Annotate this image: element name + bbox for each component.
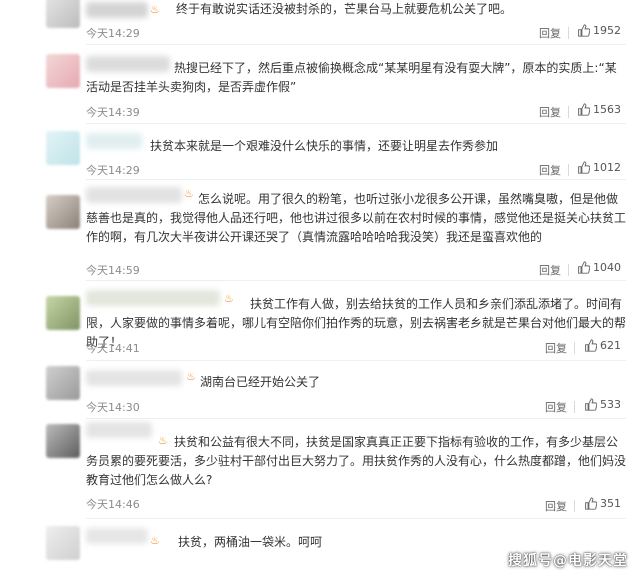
divider xyxy=(574,500,575,512)
row-divider xyxy=(86,518,626,519)
thumbs-up-icon xyxy=(585,497,597,510)
thumbs-up-icon xyxy=(578,161,590,174)
row-divider xyxy=(86,418,626,419)
divider xyxy=(568,164,569,176)
comment-time: 今天14:41 xyxy=(86,342,140,355)
divider xyxy=(568,27,569,39)
reply-button[interactable]: 回复 xyxy=(539,262,561,278)
like-button[interactable]: 351 xyxy=(584,497,621,510)
like-button[interactable]: 621 xyxy=(584,339,621,352)
like-count: 533 xyxy=(600,398,621,411)
flame-icon: ♨ xyxy=(186,370,196,383)
username-blurred[interactable] xyxy=(86,2,148,18)
reply-button[interactable]: 回复 xyxy=(539,162,561,178)
avatar[interactable] xyxy=(46,526,80,560)
like-button[interactable]: 1952 xyxy=(577,24,621,37)
like-count: 1563 xyxy=(593,103,621,116)
comment-item: ♨ 终于有敢说实话还没被封杀的，芒果台马上就要危机公关了吧。 今天14:29 回… xyxy=(0,0,640,46)
row-divider xyxy=(86,360,626,361)
comment-text: 湖南台已经开始公关了 xyxy=(200,375,321,389)
comment-item: 热搜已经下了，然后重点被偷换概念成“某某明星有没有耍大牌”，原本的实质上:“某活… xyxy=(0,46,640,125)
like-button[interactable]: 1012 xyxy=(577,161,621,174)
comment-text: 热搜已经下了，然后重点被偷换概念成“某某明星有没有耍大牌”，原本的实质上:“某活… xyxy=(86,61,617,94)
comment-time: 今天14:29 xyxy=(86,164,140,177)
flame-icon: ♨ xyxy=(150,3,160,16)
row-divider xyxy=(86,123,626,124)
comment-item: ♨ 怎么说呢。用了很久的粉笔，也听过张小龙很多公开课，虽然嘴臭嗷，但是他做慈善也… xyxy=(0,179,640,282)
divider xyxy=(574,401,575,413)
reply-button[interactable]: 回复 xyxy=(545,498,567,514)
reply-button[interactable]: 回复 xyxy=(545,399,567,415)
row-divider xyxy=(86,44,626,45)
thumbs-up-icon xyxy=(585,398,597,411)
username-blurred[interactable] xyxy=(86,370,182,386)
watermark: 搜狐号@电影天堂 xyxy=(508,553,628,569)
row-divider xyxy=(86,280,626,281)
comment-text: 扶贫和公益有很大不同，扶贫是国家真真正正要下指标有验收的工作，有多少基层公务员累… xyxy=(86,435,627,487)
avatar[interactable] xyxy=(46,195,80,229)
comment-text: 扶贫本来就是一个艰难没什么快乐的事情，还要让明星去作秀参加 xyxy=(150,139,499,153)
comment-time: 今天14:39 xyxy=(86,106,140,119)
avatar[interactable] xyxy=(46,131,80,165)
thumbs-up-icon xyxy=(578,261,590,274)
like-count: 1012 xyxy=(593,161,621,174)
divider xyxy=(568,106,569,118)
like-button[interactable]: 1040 xyxy=(577,261,621,274)
like-count: 351 xyxy=(600,497,621,510)
flame-icon: ♨ xyxy=(150,534,160,547)
avatar[interactable] xyxy=(46,54,80,88)
like-count: 1952 xyxy=(593,24,621,37)
like-count: 1040 xyxy=(593,261,621,274)
comment-time: 今天14:30 xyxy=(86,401,140,414)
username-blurred[interactable] xyxy=(86,133,142,149)
comment-item: ♨ 扶贫工作有人做，别去给扶贫的工作人员和乡亲们添乱添堵了。时间有限，人家要做的… xyxy=(0,282,640,362)
comment-time: 今天14:59 xyxy=(86,264,140,277)
avatar[interactable] xyxy=(46,366,80,400)
thumbs-up-icon xyxy=(585,339,597,352)
comment-time: 今天14:29 xyxy=(86,27,140,40)
comment-text: 终于有敢说实话还没被封杀的，芒果台马上就要危机公关了吧。 xyxy=(176,2,513,16)
divider xyxy=(568,264,569,276)
like-count: 621 xyxy=(600,339,621,352)
like-button[interactable]: 1563 xyxy=(577,103,621,116)
username-blurred[interactable] xyxy=(86,528,148,544)
like-button[interactable]: 533 xyxy=(584,398,621,411)
reply-button[interactable]: 回复 xyxy=(539,25,561,41)
divider xyxy=(574,342,575,354)
comment-item: ♨ 湖南台已经开始公关了 今天14:30 回复 533 xyxy=(0,362,640,420)
comment-text: 怎么说呢。用了很久的粉笔，也听过张小龙很多公开课，虽然嘴臭嗷，但是他做慈善也是真… xyxy=(86,192,627,244)
comment-item: ♨ 扶贫和公益有很大不同，扶贫是国家真真正正要下指标有验收的工作，有多少基层公务… xyxy=(0,420,640,520)
thumbs-up-icon xyxy=(578,103,590,116)
reply-button[interactable]: 回复 xyxy=(545,340,567,356)
avatar[interactable] xyxy=(46,424,80,458)
avatar[interactable] xyxy=(46,296,80,330)
comment-item: 扶贫本来就是一个艰难没什么快乐的事情，还要让明星去作秀参加 今天14:29 回复… xyxy=(0,125,640,180)
thumbs-up-icon xyxy=(578,24,590,37)
avatar[interactable] xyxy=(46,0,80,28)
reply-button[interactable]: 回复 xyxy=(539,104,561,120)
comment-time: 今天14:46 xyxy=(86,498,140,511)
